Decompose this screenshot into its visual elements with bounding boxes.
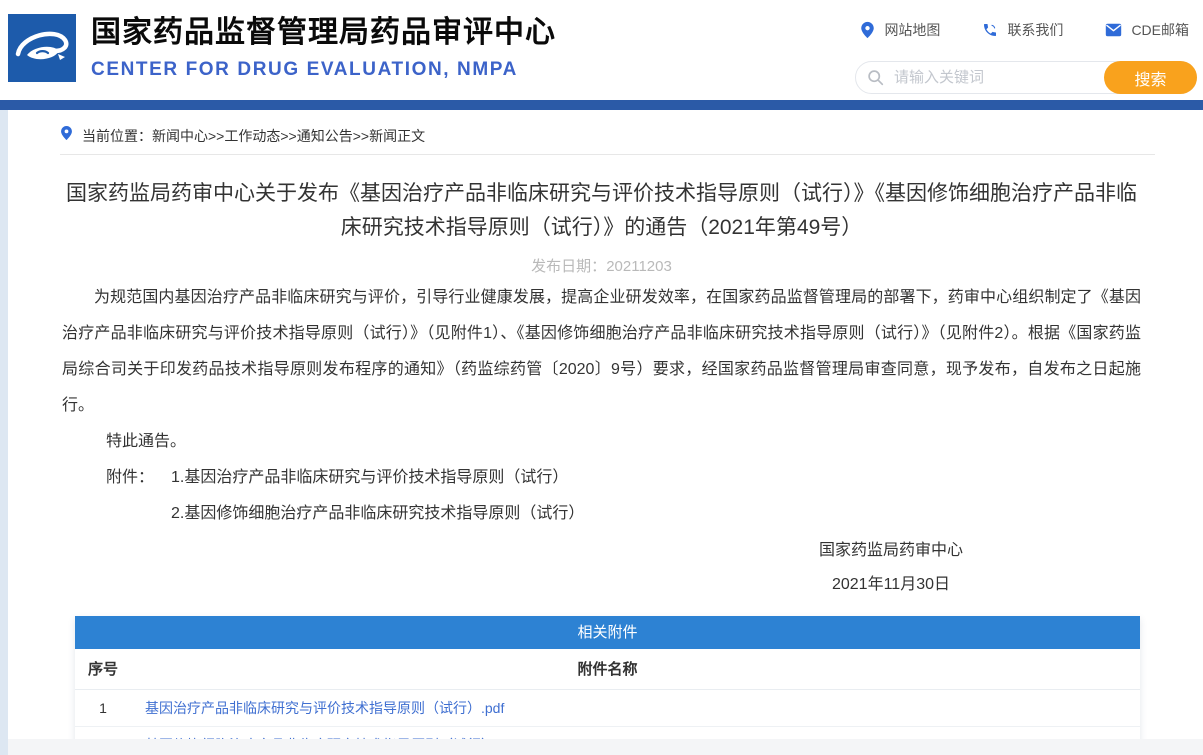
breadcrumb-item-article[interactable]: 新闻正文 [369, 128, 425, 144]
attachment-row-number: 1 [75, 700, 131, 716]
signature-organization: 国家药监局药审中心 [731, 534, 1051, 568]
column-header-number: 序号 [75, 649, 131, 690]
main-content: 当前位置：新闻中心>>工作动态>>通知公告>>新闻正文 国家药监局药审中心关于发… [0, 110, 1203, 755]
article-paragraph-main: 为规范国内基因治疗产品非临床研究与评价，引导行业健康发展，提高企业研发效率，在国… [62, 280, 1141, 424]
cde-logo-icon[interactable] [8, 14, 76, 82]
publish-date-value: 20211203 [606, 258, 672, 275]
sitemap-link-label: 网站地图 [884, 20, 940, 40]
contact-link-label: 联系我们 [1007, 20, 1063, 40]
attachment-note-item: 2.基因修饰细胞治疗产品非临床研究技术指导原则（试行） [171, 496, 584, 532]
sitemap-link[interactable]: 网站地图 [860, 20, 940, 40]
attachment-note-label: 附件： [106, 460, 154, 532]
search-button[interactable]: 搜索 [1104, 61, 1197, 94]
breadcrumb-separator: >> [208, 128, 224, 144]
article-title: 国家药监局药审中心关于发布《基因治疗产品非临床研究与评价技术指导原则（试行）》《… [63, 177, 1141, 245]
publish-date: 发布日期：20211203 [62, 255, 1141, 276]
breadcrumb-item-news-center[interactable]: 新闻中心 [152, 128, 208, 144]
attachment-note: 附件： 1.基因治疗产品非临床研究与评价技术指导原则（试行） 2.基因修饰细胞治… [62, 460, 1141, 532]
site-title-chinese: 国家药品监督管理局药品审评中心 [91, 15, 556, 51]
map-pin-icon [860, 21, 875, 39]
bottom-background-band [8, 739, 1203, 755]
site-title-block: 国家药品监督管理局药品审评中心 CENTER FOR DRUG EVALUATI… [91, 15, 556, 81]
search-bar: 搜索 [855, 61, 1197, 94]
cde-mail-link-label: CDE邮箱 [1131, 20, 1189, 40]
table-row: 1 基因治疗产品非临床研究与评价技术指导原则（试行）.pdf [75, 690, 1140, 727]
signature-date: 2021年11月30日 [731, 568, 1051, 602]
article-body: 为规范国内基因治疗产品非临床研究与评价，引导行业健康发展，提高企业研发效率，在国… [62, 280, 1141, 602]
publish-date-label: 发布日期： [531, 258, 606, 275]
breadcrumb: 当前位置：新闻中心>>工作动态>>通知公告>>新闻正文 [60, 110, 1155, 155]
attachment-note-items: 1.基因治疗产品非临床研究与评价技术指导原则（试行） 2.基因修饰细胞治疗产品非… [171, 460, 584, 532]
column-header-name: 附件名称 [75, 649, 1140, 690]
breadcrumb-separator: >> [353, 128, 369, 144]
signature-block: 国家药监局药审中心 2021年11月30日 [731, 534, 1051, 602]
mail-icon [1105, 23, 1122, 37]
breadcrumb-separator: >> [280, 128, 296, 144]
article-paragraph-notice: 特此通告。 [62, 424, 1141, 460]
contact-link[interactable]: 联系我们 [982, 20, 1063, 40]
attachments-table-title: 相关附件 [75, 616, 1140, 649]
header-divider-bar [0, 100, 1203, 110]
breadcrumb-text: 当前位置：新闻中心>>工作动态>>通知公告>>新闻正文 [82, 126, 425, 146]
phone-icon [982, 22, 998, 38]
header-quick-links: 网站地图 联系我们 CDE邮箱 [860, 20, 1189, 40]
site-title-english: CENTER FOR DRUG EVALUATION, NMPA [91, 59, 556, 81]
breadcrumb-prefix: 当前位置： [82, 128, 152, 144]
search-icon [867, 69, 884, 91]
attachment-note-item: 1.基因治疗产品非临床研究与评价技术指导原则（试行） [171, 460, 584, 496]
breadcrumb-pin-icon [60, 125, 73, 146]
attachments-table-header-row: 序号 附件名称 [75, 649, 1140, 690]
breadcrumb-item-notices[interactable]: 通知公告 [297, 128, 353, 144]
cde-mail-link[interactable]: CDE邮箱 [1105, 20, 1189, 40]
article: 国家药监局药审中心关于发布《基因治疗产品非临床研究与评价技术指导原则（试行）》《… [0, 177, 1203, 602]
site-header: 国家药品监督管理局药品审评中心 CENTER FOR DRUG EVALUATI… [0, 0, 1203, 100]
related-attachments-table: 相关附件 序号 附件名称 1 基因治疗产品非临床研究与评价技术指导原则（试行）.… [75, 616, 1140, 755]
left-edge-strip [0, 110, 8, 755]
attachment-pdf-link[interactable]: 基因治疗产品非临床研究与评价技术指导原则（试行）.pdf [145, 698, 504, 718]
breadcrumb-item-work-dynamics[interactable]: 工作动态 [224, 128, 280, 144]
